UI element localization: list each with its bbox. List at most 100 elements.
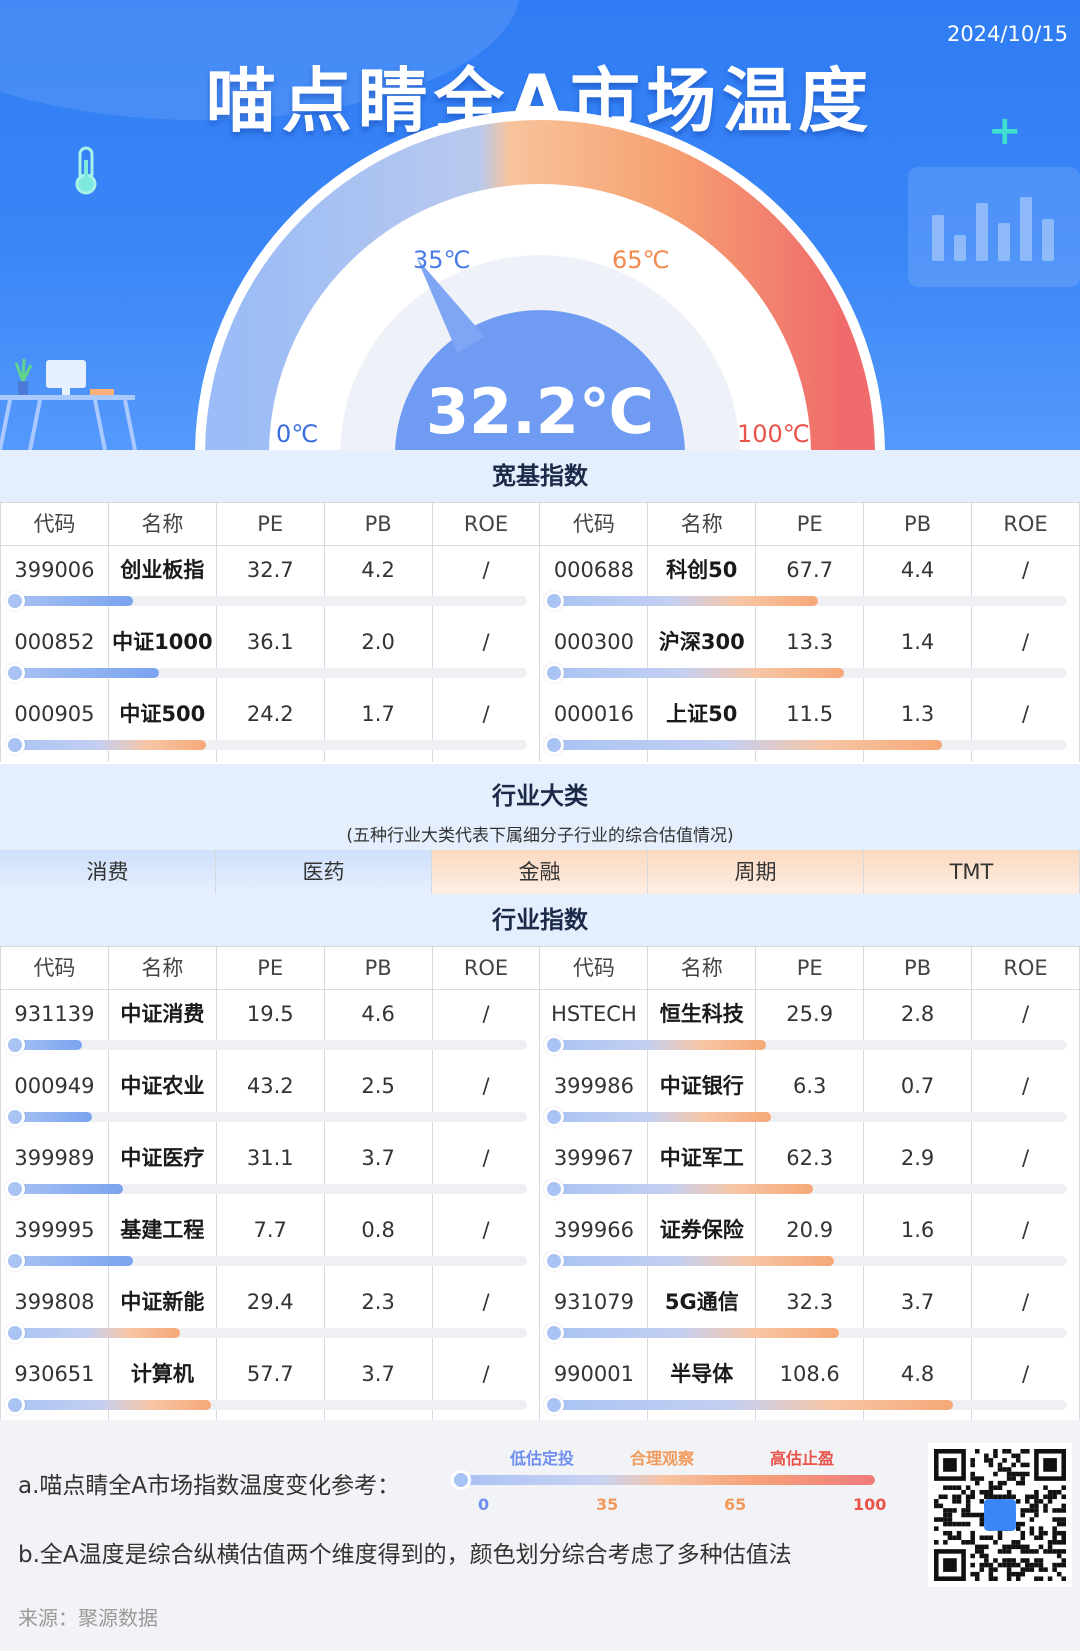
valuation-level-dot	[544, 1250, 565, 1271]
valuation-level-fill	[9, 1327, 181, 1338]
cell-code: 399966	[539, 1205, 1067, 1278]
cell-pb: 2.0	[323, 617, 433, 690]
cell-code: 000688	[539, 545, 1067, 618]
footer-note-a: a.喵点睛全A市场指数温度变化参考：	[18, 1473, 401, 1499]
cell-roe: /	[971, 545, 1080, 618]
cell-pe-value: 11.5	[786, 701, 834, 726]
cell-pe: 32.3	[755, 1277, 865, 1350]
cell-pe: 25.9	[755, 989, 865, 1062]
valuation-level-dot	[5, 591, 25, 611]
cell-pe: 36.1	[215, 617, 325, 690]
cell-roe: /	[431, 989, 541, 1062]
cell-pb: 1.4	[863, 617, 973, 690]
cell-pb-value: 0.8	[361, 1217, 395, 1242]
cell-code-value: 399989	[14, 1145, 95, 1170]
cell-roe: /	[431, 1349, 541, 1422]
valuation-level-bar	[544, 1322, 1067, 1343]
cell-name: 半导体	[647, 1349, 757, 1422]
scale-tick-0: 0	[478, 1495, 490, 1514]
valuation-level-bar	[544, 1106, 1067, 1127]
valuation-level-bar	[544, 1250, 1067, 1271]
cell-pe-value: 32.7	[246, 558, 294, 582]
cell-name-value: 恒生科技	[659, 1002, 744, 1026]
category-consumer[interactable]: 消费	[0, 850, 216, 894]
industry-major-note: (五种行业大类代表下属细分子行业的综合估值情况)	[346, 826, 734, 846]
cell-code: 399808	[0, 1277, 528, 1350]
cell-pb: 3.7	[323, 1349, 433, 1422]
cell-pb-value: 2.0	[361, 629, 395, 654]
table-row: 399995 基建工程 7.7 0.8 / 399966 证券保险 20.9 1.6 /	[0, 1205, 1080, 1278]
column-header: ROE	[431, 502, 541, 546]
valuation-level-bar	[544, 591, 1067, 611]
cell-pe: 7.7	[215, 1205, 325, 1278]
cell-roe-value: /	[1021, 558, 1030, 582]
cell-code: 000852	[0, 617, 528, 690]
cell-roe: /	[431, 617, 541, 690]
category-tmt[interactable]: TMT	[864, 850, 1080, 894]
valuation-level-fill	[9, 667, 160, 678]
cell-pe-value: 62.3	[786, 1145, 834, 1170]
valuation-level-bar	[5, 1322, 528, 1343]
cell-code-value: 399006	[14, 558, 95, 582]
cell-name: 中证银行	[647, 1061, 757, 1134]
cell-pb-value: 1.3	[900, 701, 935, 726]
table-row: 399989 中证医疗 31.1 3.7 / 399967 中证军工 62.3 2.9 /	[0, 1133, 1080, 1206]
cell-pe: 6.3	[755, 1061, 865, 1134]
valuation-level-fill	[548, 1111, 772, 1122]
cell-pb-value: 4.4	[900, 558, 935, 582]
valuation-level-bar	[5, 1178, 528, 1199]
gauge-mark-low: 35℃	[413, 246, 471, 274]
category-finance[interactable]: 金融	[432, 850, 648, 894]
cell-pb: 1.3	[863, 689, 973, 762]
cell-roe: /	[431, 1061, 541, 1134]
valuation-level-bar	[5, 734, 528, 755]
cell-pe-value: 6.3	[792, 1073, 827, 1098]
cell-code-value: 990001	[553, 1361, 634, 1386]
column-header: PB	[323, 502, 433, 546]
cell-name-value: 中证新能	[120, 1289, 205, 1314]
cell-roe: /	[971, 1277, 1080, 1350]
cell-pb: 1.6	[863, 1205, 973, 1278]
table-header-row: 代码 名称 PE PB ROE 代码 名称 PE PB ROE	[0, 502, 1080, 546]
table-row: 000905 中证500 24.2 1.7 / 000016 上证50 11.5 1.3 /	[0, 689, 1080, 762]
cell-name-value: 创业板指	[120, 558, 205, 582]
valuation-level-fill	[9, 596, 134, 606]
cell-roe: /	[431, 1205, 541, 1278]
cell-pb-value: 1.6	[900, 1217, 935, 1242]
valuation-level-dot	[544, 1394, 565, 1415]
cell-code: 000016	[539, 689, 1067, 762]
industry-major-title: 行业大类	[492, 782, 588, 810]
cell-code: 990001	[539, 1349, 1067, 1422]
scale-tick-65: 65	[724, 1495, 747, 1514]
cell-code: HSTECH	[539, 989, 1067, 1062]
qr-code-icon[interactable]	[928, 1443, 1072, 1587]
valuation-level-dot	[5, 1178, 25, 1199]
scale-tick-35: 35	[596, 1495, 619, 1514]
cell-name-value: 计算机	[130, 1361, 194, 1386]
scale-dot	[451, 1470, 471, 1490]
cell-name: 中证消费	[107, 989, 217, 1062]
cell-pe: 31.1	[215, 1133, 325, 1206]
category-cycle[interactable]: 周期	[648, 850, 864, 894]
column-header: PE	[755, 946, 865, 990]
cell-pe: 24.2	[215, 689, 325, 762]
cell-name-value: 基建工程	[120, 1217, 205, 1242]
category-medical[interactable]: 医药	[216, 850, 432, 894]
cell-pe: 108.6	[755, 1349, 865, 1422]
cell-pb-value: 0.7	[900, 1073, 935, 1098]
cell-name: 科创50	[647, 545, 757, 618]
cell-pe-value: 67.7	[786, 558, 834, 582]
cell-pb: 4.4	[863, 545, 973, 618]
cell-pb-value: 1.4	[900, 629, 935, 654]
gauge-max-label: 100℃	[737, 420, 810, 448]
cell-pb: 4.2	[323, 545, 433, 618]
cell-code-value: 399995	[14, 1217, 95, 1242]
broad-index-title: 宽基指数	[0, 450, 1080, 502]
cell-roe-value: /	[1021, 629, 1030, 654]
valuation-level-bar	[5, 591, 528, 611]
industry-category-bar: 消费 医药 金融 周期 TMT	[0, 850, 1080, 894]
cell-code: 399986	[539, 1061, 1067, 1134]
cell-pb-value: 2.5	[361, 1073, 395, 1098]
cell-name-value: 上证50	[666, 701, 738, 726]
cell-pe-value: 24.2	[246, 701, 294, 726]
